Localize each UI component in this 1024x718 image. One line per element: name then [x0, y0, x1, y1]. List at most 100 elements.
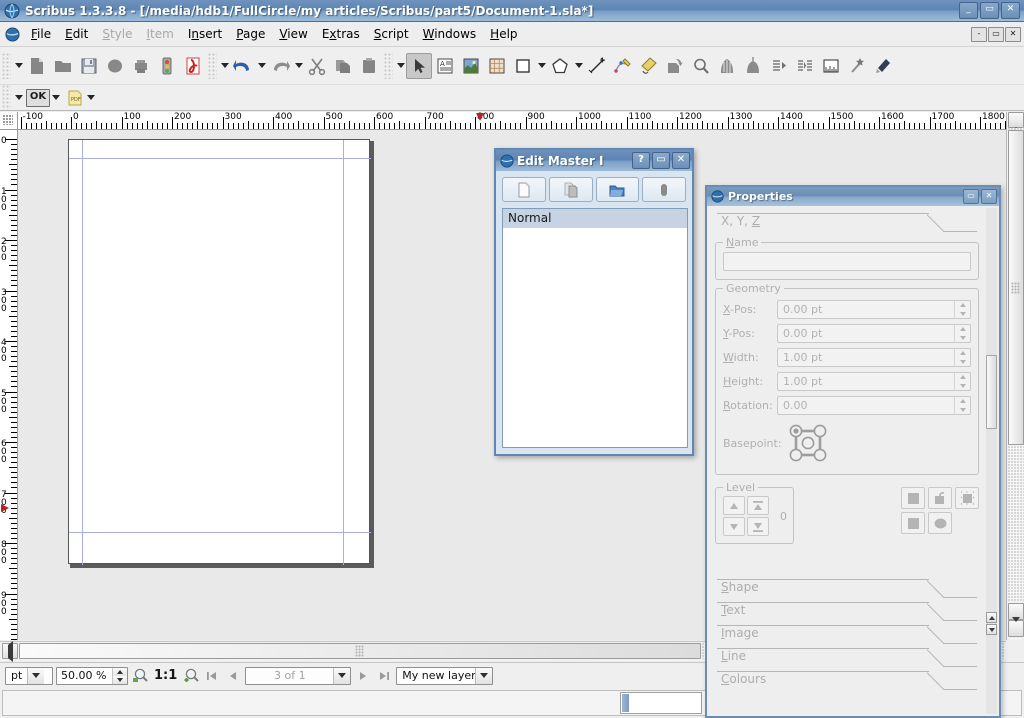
- raise-to-top-button[interactable]: [747, 496, 769, 515]
- open-document-button[interactable]: [50, 53, 76, 79]
- tab-text[interactable]: Text: [713, 601, 981, 623]
- redo-dropdown-arrow[interactable]: [293, 53, 304, 79]
- zoom-ratio-button[interactable]: 1:1: [152, 668, 179, 683]
- zoom-tool[interactable]: [688, 53, 714, 79]
- ypos-stepper[interactable]: [954, 325, 970, 342]
- tools-toolbar-overflow-arrow[interactable]: [395, 53, 406, 79]
- copy-button[interactable]: [330, 53, 356, 79]
- next-page-button[interactable]: [354, 667, 372, 685]
- new-document-button[interactable]: [24, 53, 50, 79]
- page-chevron-down-icon[interactable]: [333, 667, 351, 684]
- menu-style[interactable]: Style: [95, 24, 139, 44]
- page-select[interactable]: 3 of 1: [245, 666, 352, 685]
- properties-scroll-thumb[interactable]: [986, 355, 997, 429]
- menu-extras[interactable]: Extras: [315, 24, 367, 44]
- window-minimize-button[interactable]: _: [959, 2, 978, 19]
- menu-edit[interactable]: Edit: [58, 24, 95, 44]
- document-minimize-button[interactable]: -: [971, 26, 987, 42]
- unit-select[interactable]: pt: [5, 666, 53, 685]
- insert-freehand-line-tool[interactable]: [636, 53, 662, 79]
- insert-text-frame-tool[interactable]: A: [432, 53, 458, 79]
- lower-one-level-button[interactable]: [723, 517, 745, 536]
- pdf-tools-dropdown-arrow[interactable]: [85, 85, 96, 111]
- menu-page[interactable]: Page: [229, 24, 272, 44]
- copy-item-properties-tool[interactable]: [844, 53, 870, 79]
- undo-button[interactable]: [230, 53, 256, 79]
- zoom-spinbox[interactable]: 50.00 %: [56, 666, 128, 685]
- flip-item-button[interactable]: [928, 512, 952, 534]
- import-master-page-button[interactable]: [595, 177, 640, 202]
- chevron-down-icon[interactable]: [27, 667, 45, 684]
- duplicate-master-page-button[interactable]: [548, 177, 593, 202]
- dialog-close-button[interactable]: ✕: [672, 152, 690, 169]
- insert-table-tool[interactable]: [484, 53, 510, 79]
- toolbar-grip[interactable]: [2, 52, 11, 79]
- disable-item-button[interactable]: [901, 512, 925, 534]
- select-item-tool[interactable]: [406, 52, 432, 79]
- horizontal-scroll-thumb[interactable]: [19, 643, 701, 659]
- print-document-button[interactable]: [128, 53, 154, 79]
- menu-file[interactable]: File: [24, 24, 58, 44]
- scroll-left-button[interactable]: [2, 643, 18, 659]
- tab-image[interactable]: Image: [713, 624, 981, 646]
- paste-button[interactable]: [356, 53, 382, 79]
- previous-page-button[interactable]: [224, 667, 242, 685]
- rotation-spinbox[interactable]: 0.00: [777, 396, 971, 415]
- menu-help[interactable]: Help: [483, 24, 524, 44]
- properties-scroll-down[interactable]: [986, 624, 997, 635]
- lower-to-bottom-button[interactable]: [747, 517, 769, 536]
- ruler-corner[interactable]: [0, 112, 18, 130]
- last-page-button[interactable]: [375, 667, 393, 685]
- ypos-spinbox[interactable]: 0.00 pt: [777, 324, 971, 343]
- zoom-out-button[interactable]: [131, 667, 149, 685]
- zoom-in-button[interactable]: [182, 667, 200, 685]
- zoom-step-up[interactable]: [113, 667, 127, 676]
- master-pages-list[interactable]: Normal: [502, 208, 688, 448]
- delete-master-page-button[interactable]: [642, 177, 686, 202]
- cut-button[interactable]: [304, 53, 330, 79]
- rotate-item-tool[interactable]: [662, 53, 688, 79]
- layer-chevron-down-icon[interactable]: [475, 667, 493, 684]
- horizontal-ruler[interactable]: -100 0 100 200 300 400 500 600 700 800 900 1000 1100…: [18, 112, 1006, 130]
- vertical-scroll-thumb[interactable]: [1008, 130, 1024, 445]
- lock-item-button[interactable]: [901, 487, 925, 509]
- properties-maximize-button[interactable]: ▭: [963, 189, 979, 204]
- link-text-frames-tool[interactable]: [766, 53, 792, 79]
- height-stepper[interactable]: [954, 373, 970, 390]
- enable-printing-button[interactable]: [955, 487, 979, 509]
- name-input[interactable]: [723, 252, 971, 271]
- properties-panel[interactable]: Properties ▭ ✕ X, Y, Z Name Geometry X-P…: [705, 185, 1001, 718]
- edit-toolbar-overflow-arrow[interactable]: [219, 53, 230, 79]
- xpos-spinbox[interactable]: 0.00 pt: [777, 300, 971, 319]
- measurements-tool[interactable]: [818, 53, 844, 79]
- pdf-toolbar-overflow-arrow[interactable]: [13, 85, 24, 111]
- menu-script[interactable]: Script: [367, 24, 416, 44]
- close-document-button[interactable]: [102, 53, 128, 79]
- first-page-button[interactable]: [203, 667, 221, 685]
- zoom-stepper[interactable]: [112, 667, 127, 684]
- file-toolbar-overflow-arrow[interactable]: [13, 53, 24, 79]
- menu-view[interactable]: View: [272, 24, 314, 44]
- scroll-down-button[interactable]: [1008, 620, 1024, 637]
- pdf-tools-button[interactable]: PDF: [65, 88, 85, 108]
- unlink-text-frames-tool[interactable]: [792, 53, 818, 79]
- width-stepper[interactable]: [954, 349, 970, 366]
- properties-close-button[interactable]: ✕: [981, 189, 997, 204]
- shape-dropdown-arrow[interactable]: [536, 53, 547, 79]
- window-restore-button[interactable]: ▭: [980, 2, 999, 19]
- window-close-button[interactable]: ✕: [1001, 2, 1020, 19]
- tab-xyz[interactable]: X, Y, Z: [713, 212, 981, 234]
- xpos-stepper[interactable]: [954, 301, 970, 318]
- redo-button[interactable]: [267, 53, 293, 79]
- dialog-maximize-button[interactable]: ▭: [652, 152, 670, 169]
- raise-one-level-button[interactable]: [723, 496, 745, 515]
- edit-toolbar-grip[interactable]: [208, 52, 217, 79]
- scroll-up-button[interactable]: [1008, 112, 1024, 128]
- story-editor-tool[interactable]: [740, 53, 766, 79]
- list-item[interactable]: Normal: [503, 209, 687, 228]
- basepoint-selector[interactable]: [785, 420, 831, 466]
- eye-dropper-tool[interactable]: [870, 53, 896, 79]
- insert-bezier-curve-tool[interactable]: [610, 53, 636, 79]
- properties-scrollbar[interactable]: [986, 208, 997, 714]
- edit-contents-tool[interactable]: [714, 53, 740, 79]
